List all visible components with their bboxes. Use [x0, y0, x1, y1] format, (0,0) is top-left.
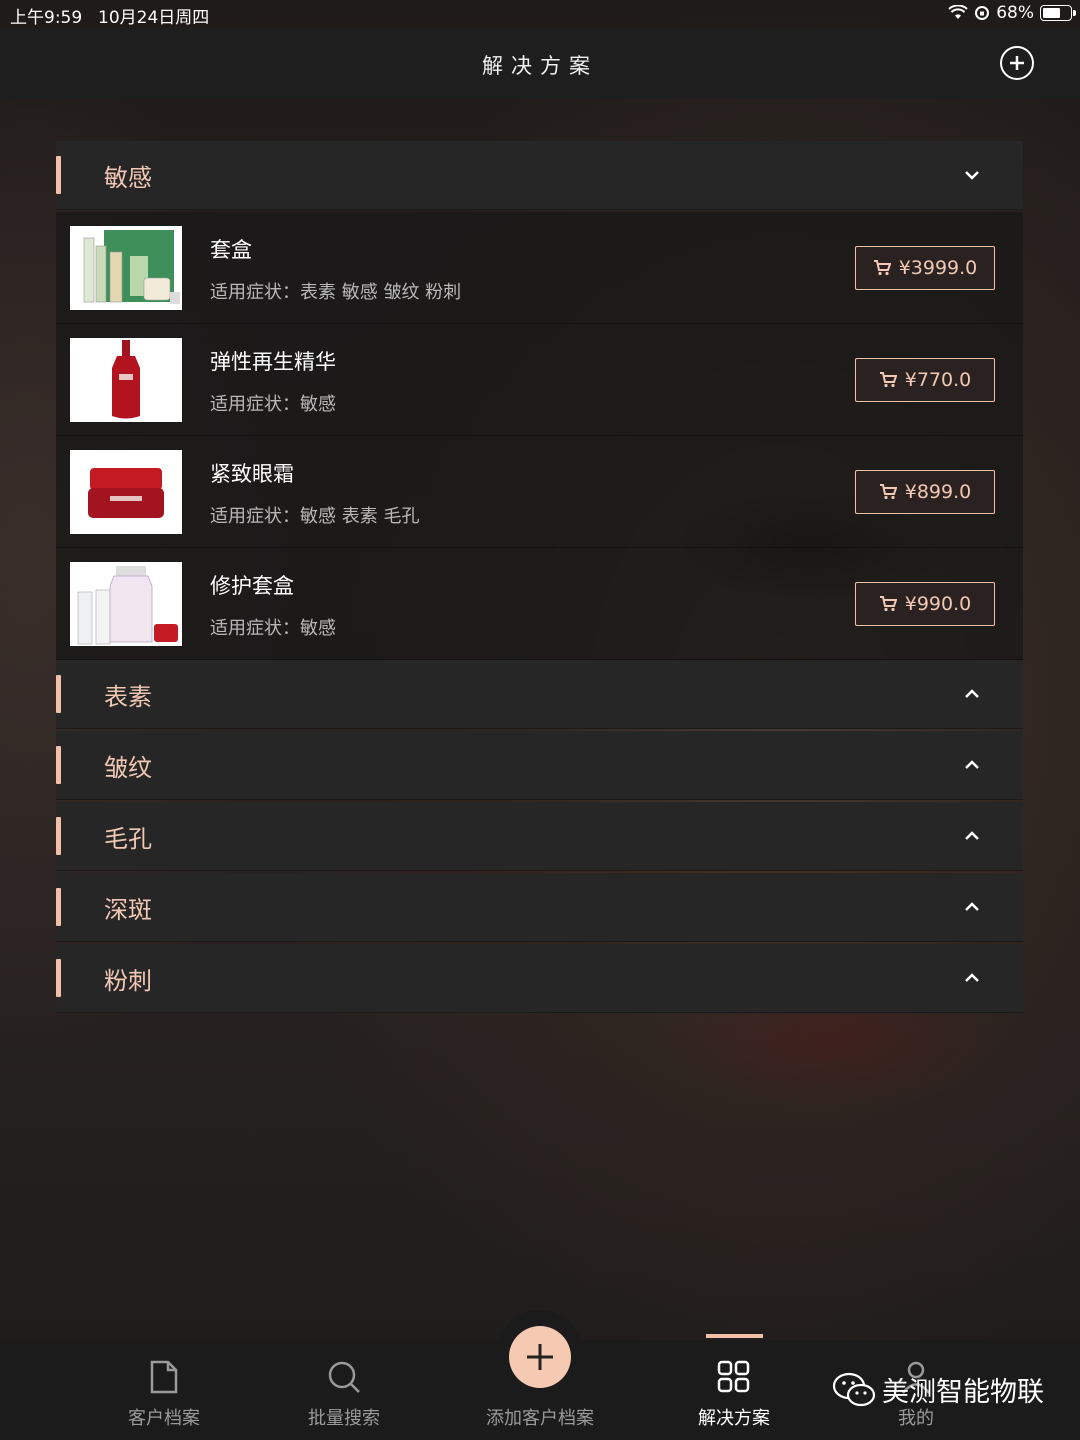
chevron-up-icon [965, 831, 979, 840]
category-name: 皱纹 [104, 754, 152, 782]
category-header-wrinkle[interactable]: 皱纹 [56, 731, 1023, 800]
cart-icon [879, 484, 897, 500]
category-header-surface[interactable]: 表素 [56, 660, 1023, 729]
wifi-icon [948, 5, 968, 19]
product-row[interactable]: 套盒 适用症状：表素 敏感 皱纹 粉刺 ¥3999.0 [56, 212, 1023, 324]
category-name: 敏感 [104, 164, 152, 192]
product-name: 修护套盒 [210, 574, 294, 598]
category-name: 毛孔 [104, 825, 152, 853]
rotation-lock-icon [975, 6, 990, 20]
product-symptoms: 适用症状：敏感 [210, 618, 336, 639]
tab-label: 解决方案 [698, 1408, 770, 1429]
tab-add-customer[interactable]: 添加客户档案 [470, 1398, 610, 1430]
product-row[interactable]: 修护套盒 适用症状：敏感 ¥990.0 [56, 548, 1023, 660]
cart-icon [879, 372, 897, 388]
buy-price-button[interactable]: ¥990.0 [855, 582, 995, 626]
product-name: 套盒 [210, 238, 252, 262]
category-accent-bar [56, 675, 61, 713]
page-title: 解决方案 [482, 54, 598, 78]
tab-customer-records[interactable]: 客户档案 [104, 1360, 224, 1430]
plus-circle-icon [1010, 56, 1024, 70]
solution-list: 敏感 套盒 适用症状：表素 敏感 皱纹 粉刺 ¥3999.0 弹性再生精华 适用… [56, 141, 1023, 1015]
wechat-icon [832, 1372, 876, 1406]
price-label: ¥770.0 [904, 369, 972, 391]
active-tab-indicator [706, 1334, 763, 1338]
status-bar: 上午9:59 10月24日周四 68% [0, 0, 1080, 28]
category-accent-bar [56, 959, 61, 997]
buy-price-button[interactable]: ¥770.0 [855, 358, 995, 402]
category-header-acne[interactable]: 粉刺 [56, 944, 1023, 1013]
tab-batch-search[interactable]: 批量搜索 [284, 1360, 404, 1430]
cart-icon [879, 596, 897, 612]
category-accent-bar [56, 746, 61, 784]
nav-bar: 解决方案 [0, 28, 1080, 98]
wechat-watermark: 美测智能物联 [832, 1370, 1044, 1409]
buy-price-button[interactable]: ¥3999.0 [855, 246, 995, 290]
category-accent-bar [56, 156, 61, 194]
tab-label: 批量搜索 [308, 1408, 380, 1429]
product-thumbnail-giftset [70, 226, 182, 310]
add-solution-button[interactable] [1000, 46, 1034, 80]
price-label: ¥899.0 [904, 481, 972, 503]
status-date: 10月24日周四 [98, 8, 210, 28]
tab-solutions[interactable]: 解决方案 [674, 1360, 794, 1430]
chevron-up-icon [965, 902, 979, 911]
category-header-pores[interactable]: 毛孔 [56, 802, 1023, 871]
product-name: 弹性再生精华 [210, 350, 336, 374]
category-name: 粉刺 [104, 967, 152, 995]
tab-label: 添加客户档案 [486, 1408, 594, 1429]
product-row[interactable]: 弹性再生精华 适用症状：敏感 ¥770.0 [56, 324, 1023, 436]
product-symptoms: 适用症状：敏感 表素 毛孔 [210, 506, 420, 527]
product-thumbnail-repair-set [70, 562, 182, 646]
category-header-sensitive[interactable]: 敏感 [56, 141, 1023, 210]
price-label: ¥990.0 [904, 593, 972, 615]
battery-percent: 68% [996, 3, 1034, 23]
grid-icon [717, 1360, 750, 1393]
plus-icon [527, 1344, 553, 1370]
tab-label: 客户档案 [128, 1408, 200, 1429]
product-row[interactable]: 紧致眼霜 适用症状：敏感 表素 毛孔 ¥899.0 [56, 436, 1023, 548]
price-label: ¥3999.0 [898, 257, 978, 279]
product-thumbnail-eye-cream [70, 450, 182, 534]
category-header-dark-spots[interactable]: 深斑 [56, 873, 1023, 942]
product-thumbnail-serum [70, 338, 182, 422]
product-symptoms: 适用症状：敏感 [210, 394, 336, 415]
buy-price-button[interactable]: ¥899.0 [855, 470, 995, 514]
category-accent-bar [56, 888, 61, 926]
chevron-up-icon [965, 689, 979, 698]
category-name: 深斑 [104, 896, 152, 924]
status-right: 68% [948, 3, 1076, 23]
product-symptoms: 适用症状：表素 敏感 皱纹 粉刺 [210, 282, 462, 303]
category-accent-bar [56, 817, 61, 855]
cart-icon [873, 260, 891, 276]
search-icon [328, 1361, 360, 1393]
battery-icon [1040, 5, 1076, 21]
chevron-up-icon [965, 973, 979, 982]
product-name: 紧致眼霜 [210, 462, 294, 486]
status-time: 上午9:59 [10, 8, 83, 28]
watermark-text: 美测智能物联 [882, 1377, 1044, 1408]
add-customer-fab[interactable] [509, 1326, 571, 1388]
chevron-up-icon [965, 760, 979, 769]
document-icon [150, 1360, 178, 1394]
chevron-down-icon [965, 171, 979, 180]
category-name: 表素 [104, 683, 152, 711]
